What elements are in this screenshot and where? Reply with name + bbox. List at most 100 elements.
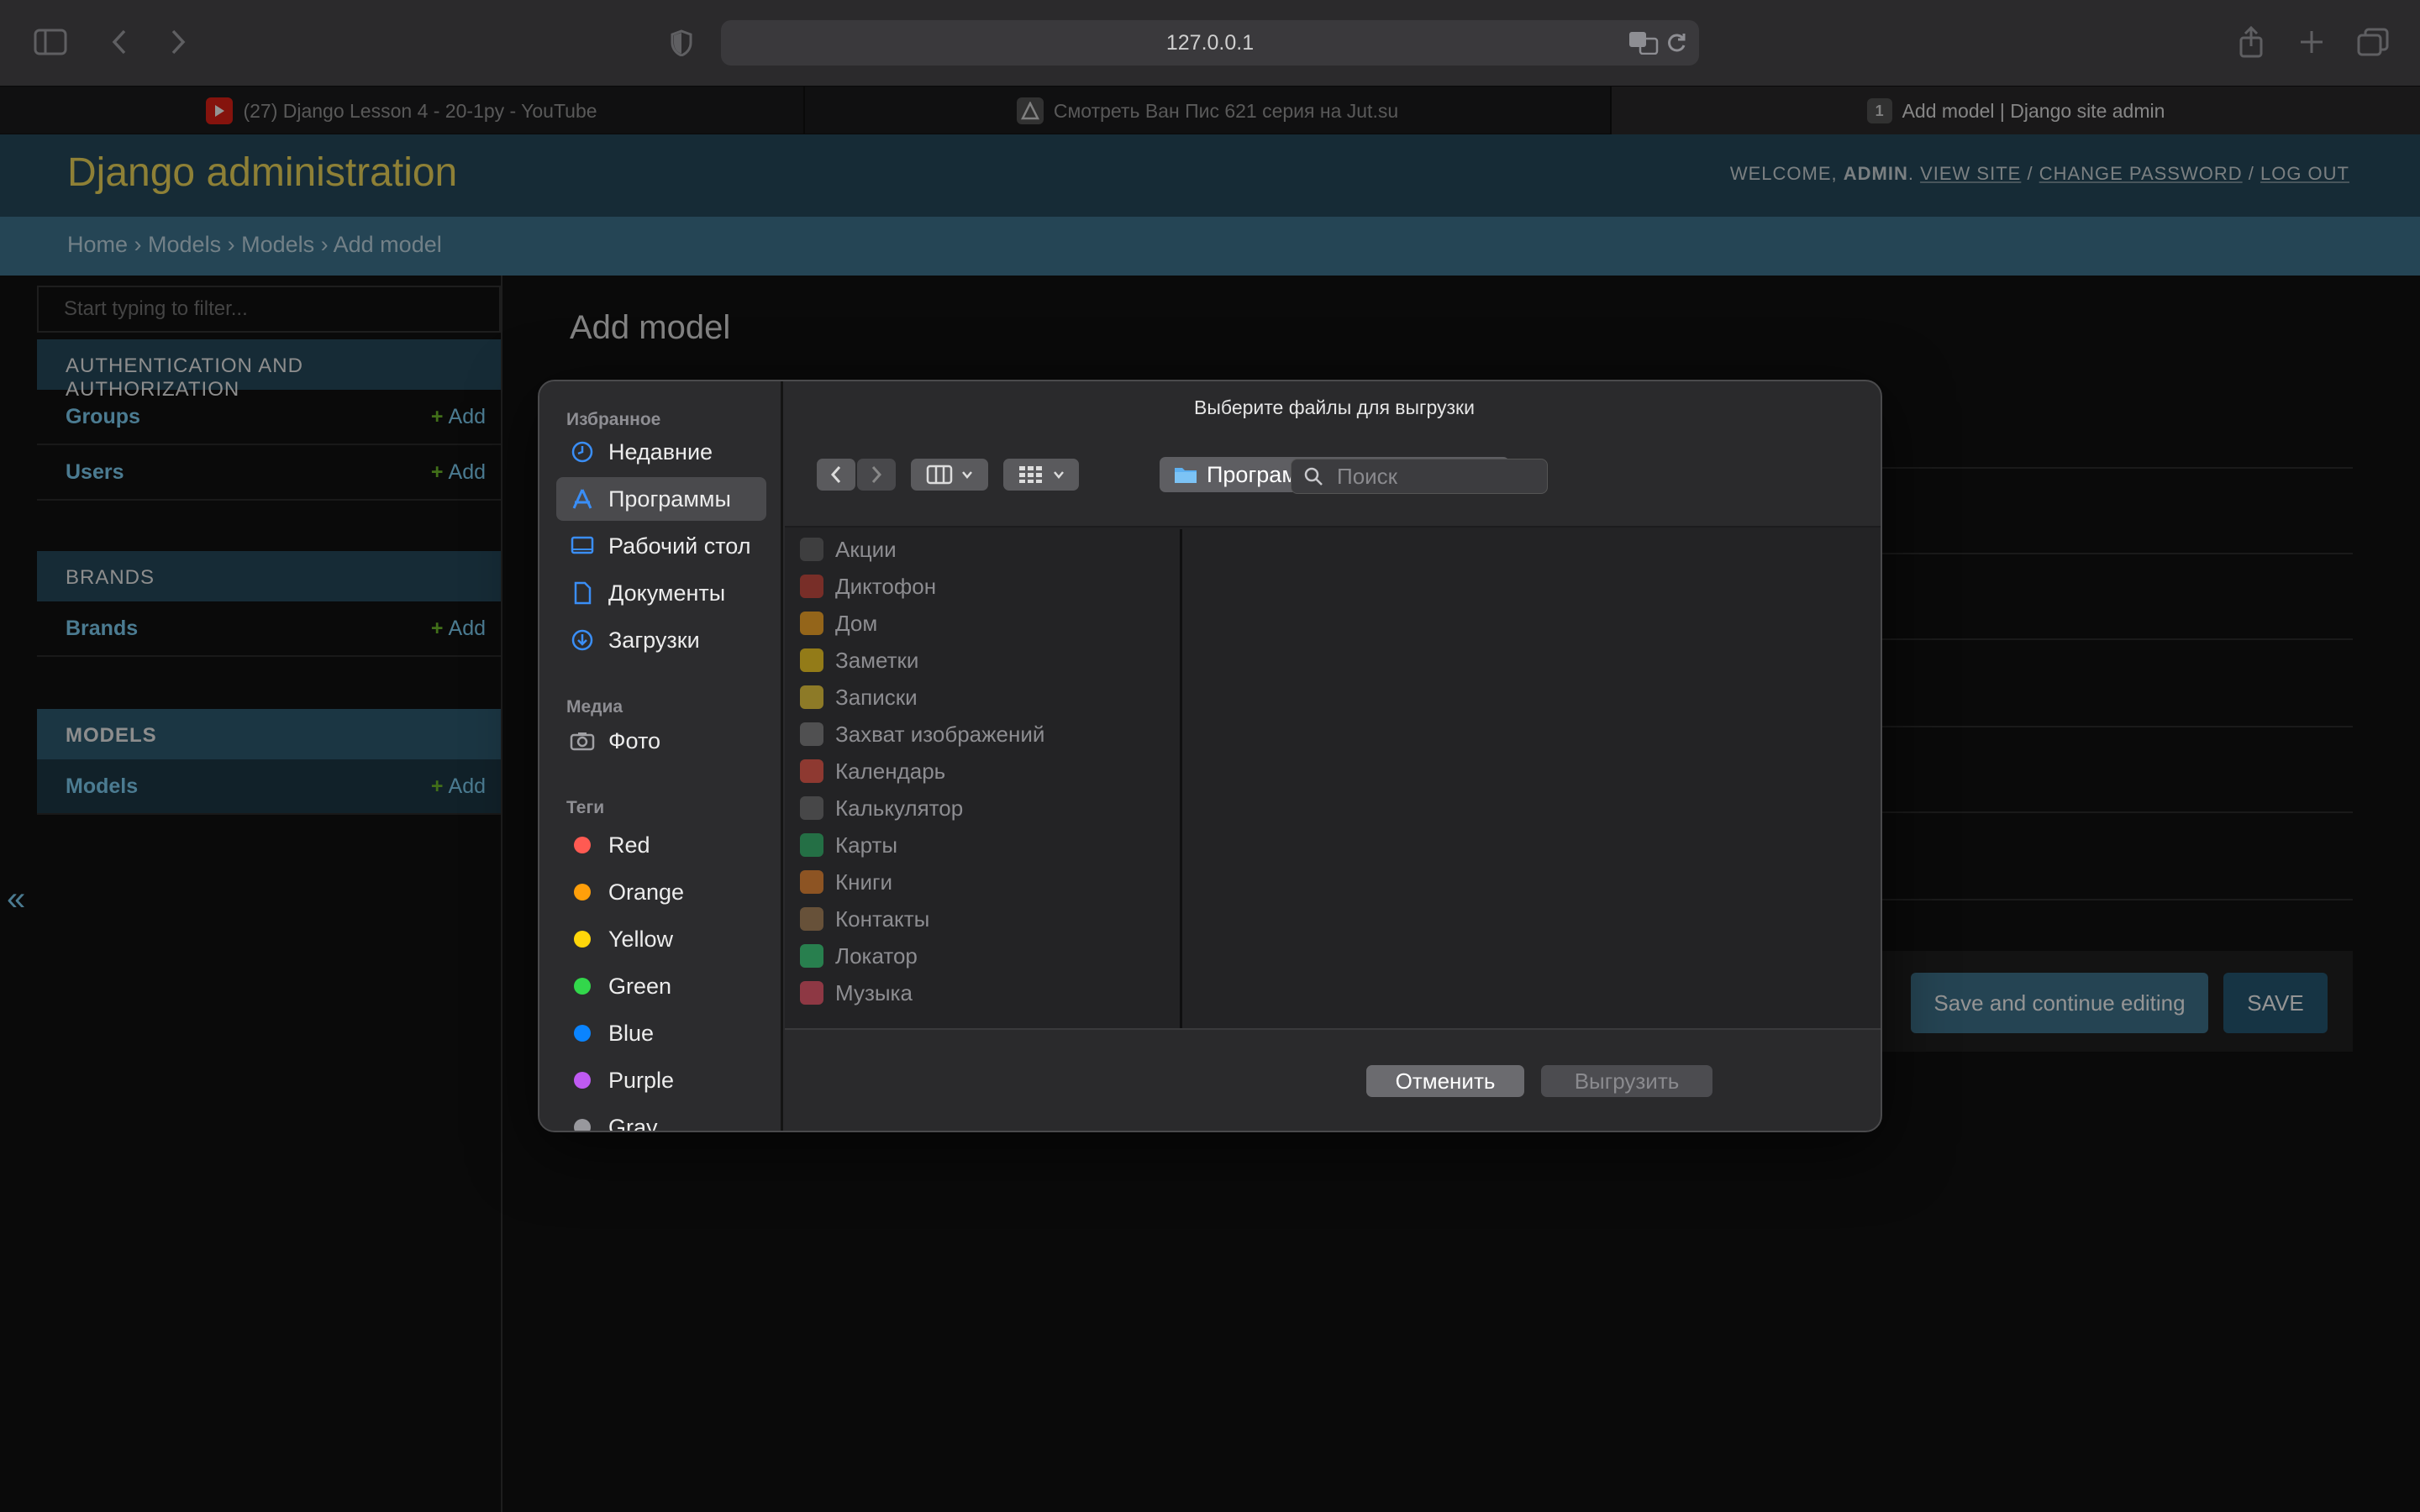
- app-icon: [800, 907, 823, 931]
- sidebar-item-label: Red: [608, 832, 650, 858]
- privacy-shield-icon[interactable]: [669, 29, 694, 57]
- translate-icon[interactable]: [1628, 31, 1659, 55]
- file-list-item[interactable]: Календарь: [800, 753, 945, 790]
- browser-toolbar: 127.0.0.1: [0, 0, 2420, 86]
- file-list-item[interactable]: Дом: [800, 605, 877, 642]
- file-name: Дом: [835, 610, 878, 636]
- sidebar-item-label: Документы: [608, 580, 726, 606]
- column-separator[interactable]: [1180, 529, 1182, 1028]
- camera-icon: [570, 728, 595, 753]
- file-name: Локатор: [835, 942, 918, 969]
- app-icon: [800, 685, 823, 709]
- clock-icon: [570, 439, 595, 465]
- file-name: Диктофон: [835, 573, 937, 599]
- file-name: Календарь: [835, 758, 946, 784]
- app-icon: [800, 981, 823, 1005]
- file-name: Записки: [835, 684, 918, 710]
- file-list-item[interactable]: Карты: [800, 827, 897, 864]
- file-open-dialog: Избранное Недавние Программы Рабочий сто…: [538, 380, 1882, 1132]
- search-input[interactable]: [1335, 462, 1528, 491]
- app-icon: [800, 722, 823, 746]
- group-by-button[interactable]: [1003, 459, 1079, 491]
- file-list-item[interactable]: Заметки: [800, 642, 918, 679]
- sidebar-item-photos[interactable]: Фото: [556, 719, 766, 763]
- tab-overview-icon[interactable]: [2356, 27, 2390, 57]
- tag-color-dot: [574, 1119, 591, 1131]
- file-name: Калькулятор: [835, 795, 964, 821]
- applications-icon: [570, 486, 595, 512]
- dialog-sidebar: Избранное Недавние Программы Рабочий сто…: [539, 381, 783, 1131]
- media-heading: Медиа: [566, 697, 623, 717]
- sidebar-tag-purple[interactable]: Purple: [556, 1058, 766, 1102]
- chevron-down-icon: [1053, 470, 1065, 479]
- sidebar-tag-orange[interactable]: Orange: [556, 870, 766, 914]
- file-list-item[interactable]: Калькулятор: [800, 790, 963, 827]
- sidebar-tag-green[interactable]: Green: [556, 964, 766, 1008]
- file-name: Захват изображений: [835, 721, 1045, 747]
- file-name: Контакты: [835, 906, 930, 932]
- file-list-item[interactable]: Записки: [800, 679, 918, 716]
- back-icon[interactable]: [108, 27, 131, 57]
- cancel-button[interactable]: Отменить: [1366, 1065, 1524, 1097]
- sidebar-item-label: Blue: [608, 1020, 655, 1046]
- sidebar-item-label: Purple: [608, 1067, 675, 1093]
- tag-color-dot: [574, 837, 591, 853]
- chevron-down-icon: [961, 470, 973, 479]
- grid-icon: [1018, 465, 1044, 485]
- sidebar-item-label: Программы: [608, 486, 731, 512]
- file-list-item[interactable]: Захват изображений: [800, 716, 1044, 753]
- upload-button[interactable]: Выгрузить: [1541, 1065, 1712, 1097]
- app-icon: [800, 538, 823, 561]
- file-name: Карты: [835, 832, 898, 858]
- sidebar-item-label: Рабочий стол: [608, 533, 751, 559]
- sidebar-item-label: Yellow: [608, 926, 674, 952]
- columns-view-icon: [926, 465, 953, 485]
- sidebar-item-recents[interactable]: Недавние: [556, 430, 766, 474]
- sidebar-tag-yellow[interactable]: Yellow: [556, 917, 766, 961]
- app-icon: [800, 759, 823, 783]
- sidebar-item-label: Загрузки: [608, 627, 700, 653]
- dialog-title: Выберите файлы для выгрузки: [1194, 396, 1475, 418]
- search-icon: [1303, 466, 1323, 486]
- sidebar-tag-gray[interactable]: Gray: [556, 1105, 766, 1131]
- sidebar-item-applications[interactable]: Программы: [556, 477, 766, 521]
- tag-color-dot: [574, 1025, 591, 1042]
- file-list-item[interactable]: Музыка: [800, 974, 913, 1011]
- url-text: 127.0.0.1: [1165, 30, 1255, 55]
- app-icon: [800, 870, 823, 894]
- app-icon: [800, 612, 823, 635]
- nav-forward-button[interactable]: [857, 459, 896, 491]
- file-list-item[interactable]: Контакты: [800, 900, 929, 937]
- sidebar-item-documents[interactable]: Документы: [556, 571, 766, 615]
- share-icon[interactable]: [2237, 25, 2265, 59]
- download-icon: [570, 627, 595, 653]
- sidebar-item-desktop[interactable]: Рабочий стол: [556, 524, 766, 568]
- sidebar-item-label: Green: [608, 973, 672, 999]
- address-bar[interactable]: 127.0.0.1: [721, 20, 1699, 66]
- app-icon: [800, 796, 823, 820]
- file-name: Заметки: [835, 647, 919, 673]
- search-field[interactable]: [1291, 459, 1548, 494]
- desktop-icon: [570, 533, 595, 559]
- nav-back-button[interactable]: [817, 459, 855, 491]
- sidebar-tag-blue[interactable]: Blue: [556, 1011, 766, 1055]
- tags-heading: Теги: [566, 798, 605, 817]
- sidebar-item-downloads[interactable]: Загрузки: [556, 618, 766, 662]
- file-browser: Акции Диктофон Дом Заметки Записки Захват изо…: [785, 528, 1881, 1028]
- new-tab-icon[interactable]: [2299, 27, 2324, 57]
- sidebar-toggle-icon[interactable]: [32, 27, 69, 57]
- tag-color-dot: [574, 884, 591, 900]
- view-mode-button[interactable]: [911, 459, 988, 491]
- file-list-item[interactable]: Диктофон: [800, 568, 936, 605]
- file-list-item[interactable]: Акции: [800, 531, 897, 568]
- reload-icon[interactable]: [1665, 31, 1687, 55]
- favorites-heading: Избранное: [566, 410, 661, 429]
- file-name: Музыка: [835, 979, 913, 1005]
- file-list-item[interactable]: Книги: [800, 864, 892, 900]
- file-list-item[interactable]: Локатор: [800, 937, 918, 974]
- app-icon: [800, 833, 823, 857]
- tag-color-dot: [574, 1072, 591, 1089]
- browser-divider: [785, 1028, 1881, 1030]
- forward-icon[interactable]: [166, 27, 190, 57]
- sidebar-tag-red[interactable]: Red: [556, 823, 766, 867]
